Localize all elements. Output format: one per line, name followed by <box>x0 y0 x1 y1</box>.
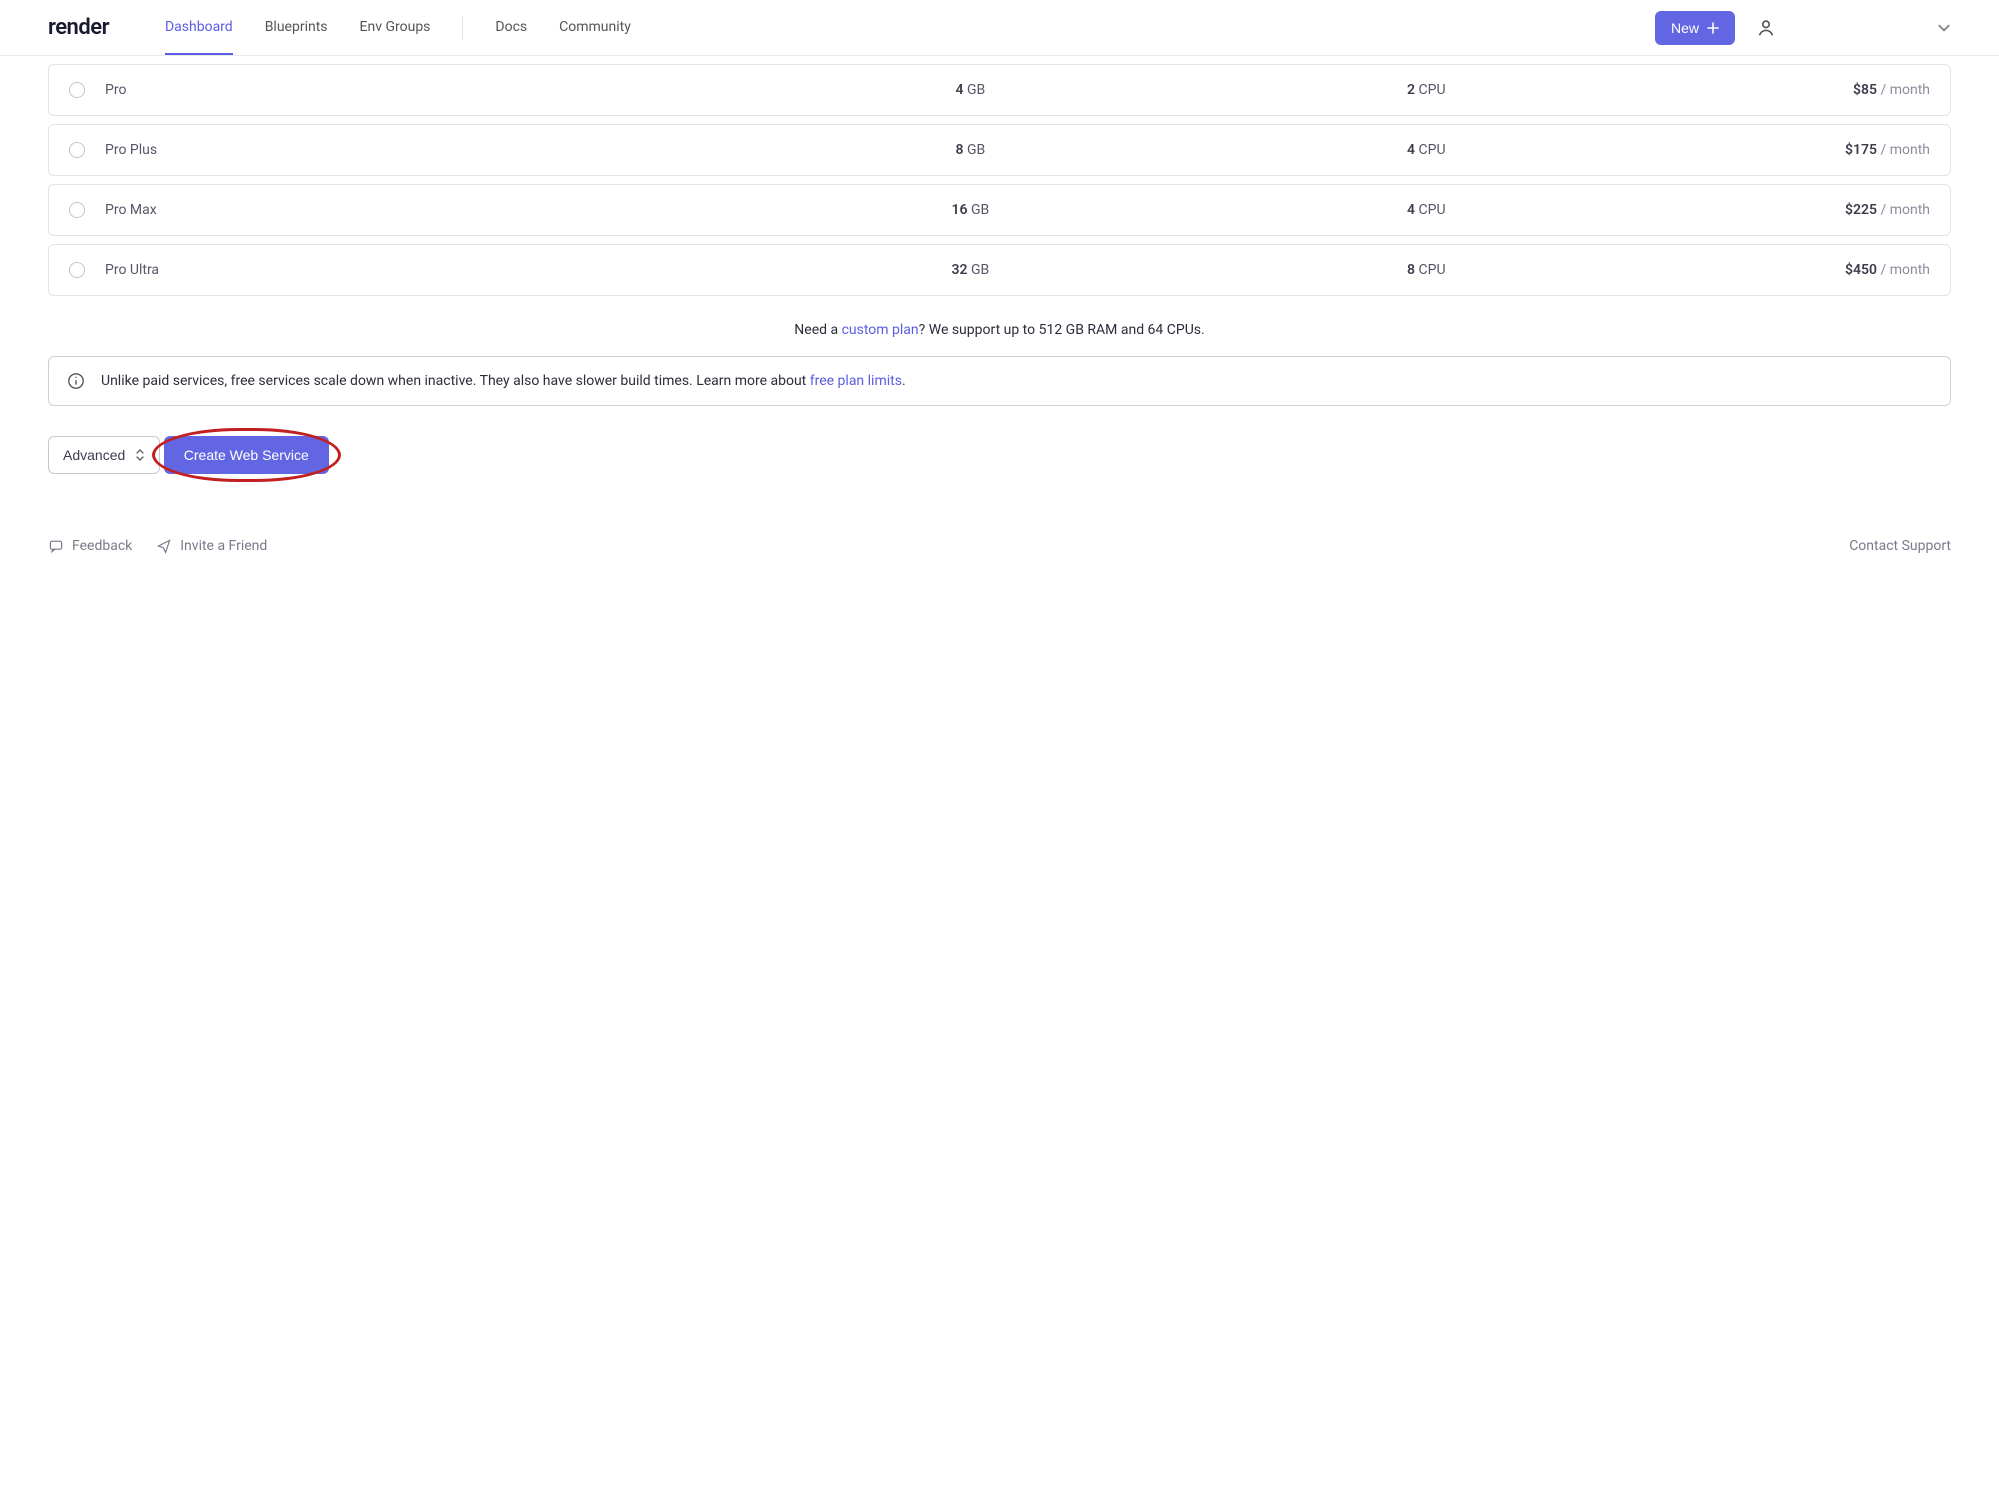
new-button[interactable]: New <box>1655 11 1735 45</box>
custom-plan-message: Need a custom plan? We support up to 512… <box>48 296 1951 356</box>
nav-blueprints[interactable]: Blueprints <box>265 1 328 55</box>
plan-price: $175 / month <box>1650 142 1930 158</box>
nav-env-groups[interactable]: Env Groups <box>360 1 431 55</box>
nav-divider <box>462 16 463 40</box>
plan-ram: 32 GB <box>738 262 1203 278</box>
plan-name: Pro Max <box>105 202 738 218</box>
info-banner-text: Unlike paid services, free services scal… <box>101 373 906 389</box>
radio-unchecked[interactable] <box>69 82 85 98</box>
radio-unchecked[interactable] <box>69 142 85 158</box>
plan-ram: 4 GB <box>738 82 1203 98</box>
custom-plan-link[interactable]: custom plan <box>842 322 919 338</box>
logo: render <box>48 15 109 40</box>
new-button-label: New <box>1671 20 1699 36</box>
plan-ram: 8 GB <box>738 142 1203 158</box>
plan-name: Pro Plus <box>105 142 738 158</box>
invite-link[interactable]: Invite a Friend <box>156 538 267 554</box>
create-web-service-button[interactable]: Create Web Service <box>164 436 329 474</box>
footer: Feedback Invite a Friend Contact Support <box>48 538 1951 554</box>
plan-ram: 16 GB <box>738 202 1203 218</box>
plan-name: Pro Ultra <box>105 262 738 278</box>
main-content: Pro 4 GB 2 CPU $85 / month Pro Plus 8 GB… <box>0 64 1999 578</box>
plan-price: $225 / month <box>1650 202 1930 218</box>
info-banner: Unlike paid services, free services scal… <box>48 356 1951 406</box>
radio-unchecked[interactable] <box>69 262 85 278</box>
plan-row-pro-plus[interactable]: Pro Plus 8 GB 4 CPU $175 / month <box>48 124 1951 176</box>
chevron-updown-icon <box>135 448 145 462</box>
plan-row-pro[interactable]: Pro 4 GB 2 CPU $85 / month <box>48 64 1951 116</box>
contact-support-label: Contact Support <box>1849 538 1951 554</box>
plan-price: $85 / month <box>1650 82 1930 98</box>
plus-icon <box>1707 22 1719 34</box>
send-icon <box>156 538 172 554</box>
primary-nav: Dashboard Blueprints Env Groups Docs Com… <box>165 1 1655 55</box>
radio-unchecked[interactable] <box>69 202 85 218</box>
plan-row-pro-ultra[interactable]: Pro Ultra 32 GB 8 CPU $450 / month <box>48 244 1951 296</box>
nav-docs[interactable]: Docs <box>495 1 527 55</box>
feedback-link[interactable]: Feedback <box>48 538 132 554</box>
plan-row-pro-max[interactable]: Pro Max 16 GB 4 CPU $225 / month <box>48 184 1951 236</box>
info-icon <box>67 372 85 390</box>
user-icon[interactable] <box>1755 17 1777 39</box>
advanced-toggle[interactable]: Advanced <box>48 436 160 474</box>
plan-cpu: 2 CPU <box>1203 82 1650 98</box>
contact-support-link[interactable]: Contact Support <box>1849 538 1951 554</box>
header-bar: render Dashboard Blueprints Env Groups D… <box>0 0 1999 56</box>
chat-icon <box>48 538 64 554</box>
plan-name: Pro <box>105 82 738 98</box>
nav-community[interactable]: Community <box>559 1 631 55</box>
feedback-label: Feedback <box>72 538 132 554</box>
advanced-label: Advanced <box>63 447 125 463</box>
plan-price: $450 / month <box>1650 262 1930 278</box>
header-right: New <box>1655 11 1951 45</box>
plan-cpu: 4 CPU <box>1203 202 1650 218</box>
plan-cpu: 8 CPU <box>1203 262 1650 278</box>
invite-label: Invite a Friend <box>180 538 267 554</box>
account-chevron-down-icon[interactable] <box>1937 21 1951 35</box>
create-button-wrap: Create Web Service <box>164 436 329 474</box>
nav-dashboard[interactable]: Dashboard <box>165 1 233 55</box>
free-plan-limits-link[interactable]: free plan limits <box>810 373 902 389</box>
plan-cpu: 4 CPU <box>1203 142 1650 158</box>
